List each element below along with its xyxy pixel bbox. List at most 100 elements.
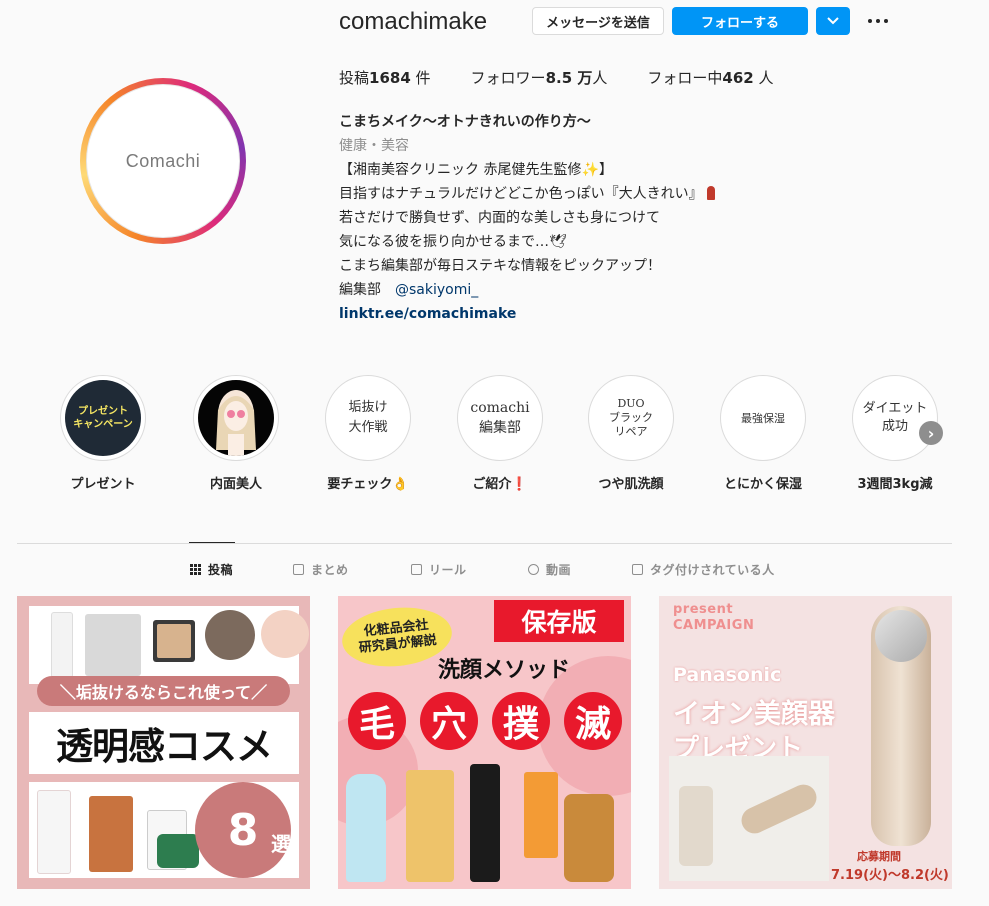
- bio-editor-label: 編集部: [339, 282, 381, 298]
- highlight-cover-text: comachi 編集部: [470, 400, 530, 436]
- followers-label: フォロワー: [470, 69, 546, 87]
- highlight-cover-text: DUO ブラック リペア: [609, 397, 653, 438]
- bio-line-1: 【湘南美容クリニック 赤尾健先生監修: [339, 162, 582, 178]
- highlight-cover: DUO ブラック リペア: [588, 375, 674, 461]
- post-product: イオン美顔器: [673, 699, 835, 730]
- highlight-cover: プレゼント キャンペーン: [60, 375, 146, 461]
- bio-mention-link[interactable]: @sakiyomi_: [395, 282, 478, 298]
- posts-label: 投稿: [339, 69, 370, 87]
- post-campaign-text: CAMPAIGN: [673, 618, 755, 633]
- product-image: [261, 610, 309, 658]
- sparkle-icon: ✨: [581, 162, 599, 178]
- tagged-icon: [632, 564, 643, 575]
- product-image: [737, 780, 821, 838]
- bio-line: 目指すはナチュラルだけどどこか色っぽい『大人きれい』: [339, 182, 899, 206]
- video-icon: [528, 564, 539, 575]
- tab-tagged[interactable]: タグ付けされている人: [632, 561, 775, 578]
- tab-guides[interactable]: まとめ: [293, 561, 349, 578]
- bio-line-2: 目指すはナチュラルだけどどこか色っぽい『大人きれい』: [339, 186, 703, 202]
- followers-unit: 人: [592, 69, 608, 87]
- tabs-divider: [17, 543, 952, 544]
- highlight-label: 3週間3kg減: [857, 477, 933, 492]
- more-options-button[interactable]: [866, 10, 890, 32]
- post-banner: ＼垢抜けるならこれ使って／: [37, 676, 290, 706]
- highlight-intro[interactable]: comachi 編集部 ご紹介❗: [455, 375, 545, 492]
- highlight-present[interactable]: プレゼント キャンペーン プレゼント: [58, 375, 148, 492]
- profile-avatar-ring[interactable]: Comachi: [80, 78, 246, 244]
- highlight-label: とにかく保湿: [723, 477, 802, 492]
- product-image: [85, 614, 141, 676]
- suggested-accounts-button[interactable]: [816, 7, 850, 35]
- posts-count: 投稿1684 件: [339, 67, 431, 88]
- bio-line: 編集部 @sakiyomi_: [339, 278, 899, 302]
- product-image: [205, 610, 255, 660]
- product-image: [157, 834, 199, 868]
- product-image: [89, 796, 133, 872]
- highlight-inner-beauty[interactable]: 内面美人: [191, 375, 281, 492]
- follow-button[interactable]: フォローする: [672, 7, 808, 35]
- highlight-cover: 最強保湿: [720, 375, 806, 461]
- highlight-label: ご紹介❗: [472, 477, 528, 492]
- highlight-cover-text: 垢抜け 大作戦: [348, 400, 388, 435]
- post-big-letter: 穴: [420, 692, 478, 750]
- highlight-label: 要チェック👌: [327, 477, 409, 492]
- product-image: [37, 790, 71, 874]
- highlight-cover: comachi 編集部: [457, 375, 543, 461]
- highlight-cover-text: プレゼント キャンペーン: [65, 380, 141, 456]
- post-big-letter: 撲: [492, 692, 550, 750]
- post-present-text: present: [673, 602, 734, 617]
- bio-line-5: こまち編集部が毎日ステキな情報をピックアップ！: [339, 258, 661, 274]
- message-button[interactable]: メッセージを送信: [532, 7, 664, 35]
- post-subtitle: 洗顔メソッド: [438, 658, 571, 683]
- highlight-label: つや肌洗顔: [598, 477, 664, 492]
- following-unit: 人: [753, 69, 774, 87]
- product-image: [346, 774, 386, 882]
- tab-label: 投稿: [208, 563, 234, 577]
- grid-icon: [190, 564, 201, 575]
- post-title: 透明感コスメ: [56, 725, 273, 768]
- post-brand: Panasonic: [673, 664, 782, 686]
- more-dot-icon: [884, 19, 888, 23]
- profile-username: comachimake: [339, 8, 488, 35]
- highlight-label: 内面美人: [209, 477, 262, 492]
- product-image: [679, 786, 713, 866]
- followers-count[interactable]: フォロワー8.5 万人: [471, 67, 608, 88]
- highlight-check[interactable]: 垢抜け 大作戦 要チェック👌: [323, 375, 413, 492]
- highlight-moisture[interactable]: 最強保湿 とにかく保湿: [718, 375, 808, 492]
- chevron-down-icon: [827, 17, 839, 25]
- highlight-wash[interactable]: DUO ブラック リペア つや肌洗顔: [586, 375, 676, 492]
- lipstick-icon: [706, 186, 715, 200]
- profile-avatar[interactable]: Comachi: [86, 84, 240, 238]
- post-thumbnail[interactable]: ＼垢抜けるならこれ使って／ 透明感コスメ 8 選: [17, 596, 310, 889]
- reels-icon: [411, 564, 422, 575]
- tab-posts[interactable]: 投稿: [190, 561, 233, 578]
- tab-label: リール: [429, 563, 467, 577]
- highlight-cover: 垢抜け 大作戦: [325, 375, 411, 461]
- following-label: フォロー中: [647, 69, 723, 87]
- profile-bio: こまちメイク〜オトナきれいの作り方〜 健康・美容 【湘南美容クリニック 赤尾健先…: [339, 110, 899, 326]
- product-device-head: [875, 610, 927, 662]
- tab-reels[interactable]: リール: [411, 561, 467, 578]
- product-image: [564, 794, 614, 882]
- illustration-icon: [198, 380, 274, 456]
- post-thumbnail[interactable]: present CAMPAIGN Panasonic イオン美顔器 プレゼント …: [659, 596, 952, 889]
- post-period-dates: 7.19(火)〜8.2(火): [831, 868, 949, 883]
- highlight-cover-text: ダイエット 成功: [862, 401, 928, 434]
- post-thumbnail[interactable]: 化粧品会社 研究員が解説 保存版 洗顔メソッド 毛 穴 撲 滅: [338, 596, 631, 889]
- more-dot-icon: [868, 19, 872, 23]
- followers-value: 8.5 万: [545, 69, 593, 87]
- active-tab-indicator: [189, 542, 235, 543]
- profile-stats: 投稿1684 件 フォロワー8.5 万人 フォロー中462 人: [339, 67, 813, 88]
- following-count[interactable]: フォロー中462 人: [647, 67, 773, 88]
- tab-label: 動画: [546, 563, 572, 577]
- highlights-next-button[interactable]: ›: [919, 421, 943, 445]
- tab-videos[interactable]: 動画: [528, 561, 571, 578]
- post-period-label: 応募期間: [857, 850, 901, 863]
- post-count-unit: 選: [271, 832, 291, 856]
- bio-external-link[interactable]: linktr.ee/comachimake: [339, 302, 899, 326]
- more-dot-icon: [876, 19, 880, 23]
- posts-value: 1684: [369, 69, 411, 87]
- bio-category: 健康・美容: [339, 138, 409, 154]
- tab-label: まとめ: [311, 563, 349, 577]
- highlight-label: プレゼント: [70, 477, 136, 492]
